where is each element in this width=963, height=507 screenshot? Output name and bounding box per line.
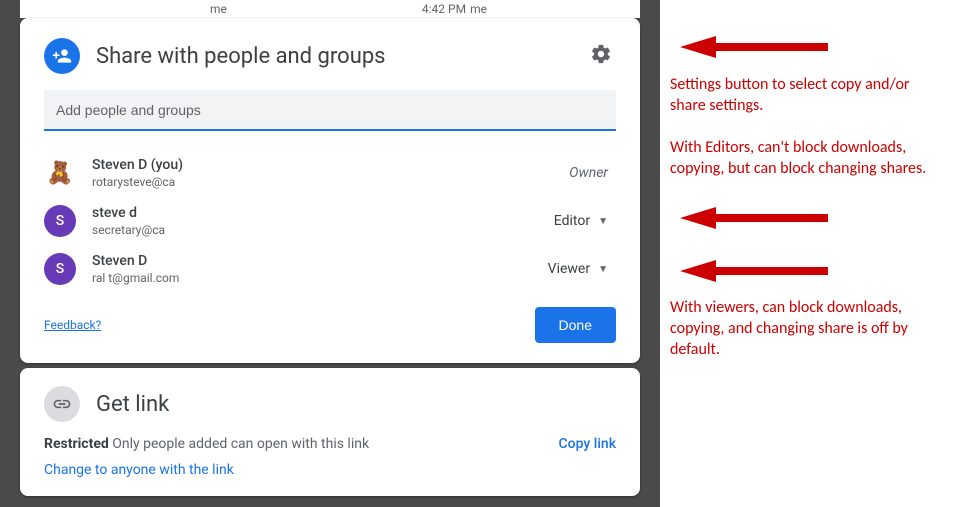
restricted-line: Restricted Only people added can open wi…: [44, 436, 369, 452]
person-add-icon: [44, 38, 80, 74]
role-label: Viewer: [548, 261, 590, 277]
chevron-down-icon: ▼: [598, 216, 608, 227]
link-icon: [44, 386, 80, 422]
person-row-owner: 🧸 Steven D (you) rotarysteve@ca Owner: [44, 149, 616, 197]
get-link-card: Get link Restricted Only people added ca…: [20, 368, 640, 496]
link-header: Get link: [44, 386, 616, 422]
annotation-editors: With Editors, can't block downloads, cop…: [670, 138, 950, 180]
person-name: steve d: [92, 205, 546, 221]
restricted-text: Only people added can open with this lin…: [109, 436, 369, 452]
person-row-editor: S steve d secretary@ca Editor ▼: [44, 197, 616, 245]
share-footer: Feedback? Done: [44, 307, 616, 343]
avatar: S: [44, 253, 76, 285]
person-name: Steven D: [92, 253, 540, 269]
get-link-title: Get link: [96, 392, 169, 417]
feedback-link[interactable]: Feedback?: [44, 318, 101, 332]
copy-link-button[interactable]: Copy link: [559, 436, 616, 452]
person-email: rotarysteve@ca: [92, 175, 569, 189]
share-title: Share with people and groups: [96, 44, 586, 69]
avatar: 🧸: [44, 157, 76, 189]
settings-button[interactable]: [586, 39, 616, 73]
chevron-down-icon: ▼: [598, 264, 608, 275]
gear-icon: [590, 43, 612, 65]
person-row-viewer: S Steven D ral t@gmail.com Viewer ▼: [44, 245, 616, 293]
role-label: Editor: [554, 213, 590, 229]
restricted-label: Restricted: [44, 436, 109, 452]
link-body: Restricted Only people added can open wi…: [44, 436, 616, 478]
person-name: Steven D (you): [92, 157, 569, 173]
person-info: steve d secretary@ca: [92, 205, 546, 237]
share-header: Share with people and groups: [44, 38, 616, 74]
bg-time: 4:42 PM: [422, 2, 466, 16]
arrow-icon: [680, 205, 830, 231]
done-button[interactable]: Done: [535, 307, 616, 343]
add-people-input[interactable]: [56, 102, 604, 118]
person-info: Steven D ral t@gmail.com: [92, 253, 540, 285]
role-dropdown-viewer[interactable]: Viewer ▼: [540, 257, 616, 281]
arrow-icon: [680, 34, 830, 60]
link-description-block: Restricted Only people added can open wi…: [44, 436, 369, 478]
owner-label: Owner: [569, 165, 608, 181]
change-to-anyone-link[interactable]: Change to anyone with the link: [44, 462, 369, 478]
role-dropdown-editor[interactable]: Editor ▼: [546, 209, 616, 233]
share-dialog: Share with people and groups 🧸 Steven D …: [20, 18, 640, 363]
add-people-input-container[interactable]: [44, 90, 616, 131]
person-email: secretary@ca: [92, 223, 546, 237]
person-info: Steven D (you) rotarysteve@ca: [92, 157, 569, 189]
annotation-settings: Settings button to select copy and/or sh…: [670, 75, 940, 117]
avatar: S: [44, 205, 76, 237]
annotation-viewers: With viewers, can block downloads, copyi…: [670, 298, 955, 360]
bg-sender: me: [210, 2, 227, 16]
background-row: me 4:42 PM me: [20, 0, 640, 18]
arrow-icon: [680, 258, 830, 284]
bg-me2: me: [470, 2, 487, 16]
person-email: ral t@gmail.com: [92, 271, 540, 285]
